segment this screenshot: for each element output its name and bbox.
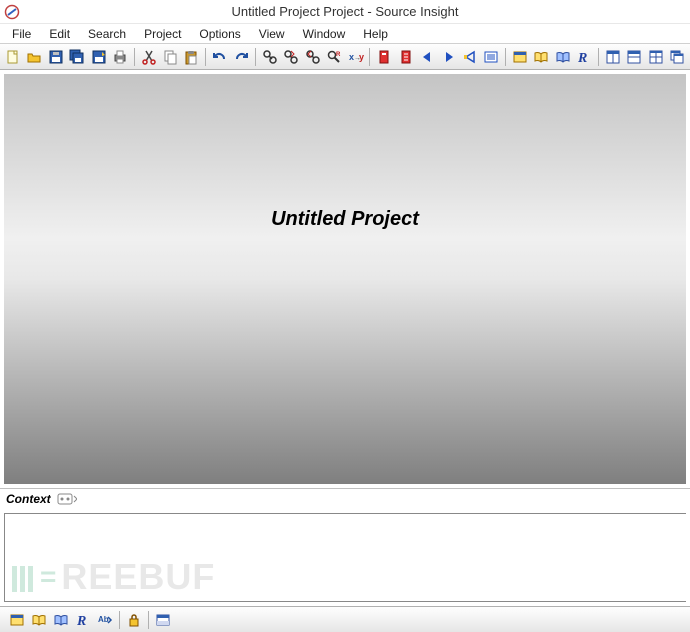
svg-text:y: y — [359, 52, 364, 62]
toolbar-separator — [205, 48, 206, 66]
tile-grid-button[interactable] — [645, 46, 666, 68]
menu-project[interactable]: Project — [136, 26, 189, 42]
menu-view[interactable]: View — [251, 26, 293, 42]
bb-ab-arrow-button[interactable]: Ab — [94, 609, 116, 631]
menu-window[interactable]: Window — [295, 26, 354, 42]
cut-button[interactable] — [138, 46, 159, 68]
bb-symbol-window-button[interactable] — [6, 609, 28, 631]
nav-list-button[interactable] — [481, 46, 502, 68]
context-settings-icon[interactable] — [57, 492, 77, 506]
workspace: Untitled Project — [0, 70, 690, 488]
print-button[interactable] — [109, 46, 130, 68]
context-body[interactable] — [4, 513, 686, 602]
bookmark-toggle-button[interactable] — [373, 46, 394, 68]
replace-button[interactable]: R — [323, 46, 344, 68]
toolbar-separator — [134, 48, 135, 66]
save-as-button[interactable] — [88, 46, 109, 68]
nav-forward-button[interactable] — [438, 46, 459, 68]
bb-panel-button[interactable] — [152, 609, 174, 631]
toolbar-separator — [148, 611, 149, 629]
menu-edit[interactable]: Edit — [41, 26, 78, 42]
new-file-button[interactable] — [2, 46, 23, 68]
book-open-button[interactable] — [531, 46, 552, 68]
editor-area[interactable]: Untitled Project — [4, 74, 686, 484]
save-button[interactable] — [45, 46, 66, 68]
context-label: Context — [6, 492, 51, 506]
find-prev-button[interactable] — [302, 46, 323, 68]
menu-search[interactable]: Search — [80, 26, 134, 42]
tile-horiz-button[interactable] — [602, 46, 623, 68]
bb-book-open-button[interactable] — [28, 609, 50, 631]
paste-button[interactable] — [181, 46, 202, 68]
svg-text:R: R — [577, 51, 587, 65]
bb-relation-button[interactable]: R — [72, 609, 94, 631]
svg-text:Ab: Ab — [98, 615, 109, 624]
nav-back-button[interactable] — [416, 46, 437, 68]
bottom-toolbar: R Ab — [0, 606, 690, 632]
toolbar-separator — [598, 48, 599, 66]
menu-help[interactable]: Help — [355, 26, 396, 42]
window-title: Untitled Project Project - Source Insigh… — [0, 4, 690, 19]
menu-options[interactable]: Options — [191, 26, 248, 42]
main-toolbar: R x→y R — [0, 44, 690, 70]
toolbar-separator — [255, 48, 256, 66]
toolbar-separator — [369, 48, 370, 66]
bookmark-list-button[interactable] — [395, 46, 416, 68]
context-panel: Context — [0, 488, 690, 606]
undo-button[interactable] — [209, 46, 230, 68]
open-button[interactable] — [23, 46, 44, 68]
find-button[interactable] — [259, 46, 280, 68]
context-header: Context — [0, 489, 690, 509]
redo-button[interactable] — [231, 46, 252, 68]
project-title: Untitled Project — [271, 208, 419, 231]
rename-button[interactable]: x→y — [345, 46, 366, 68]
symbol-window-button[interactable] — [509, 46, 530, 68]
app-icon — [4, 4, 20, 20]
toolbar-separator — [505, 48, 506, 66]
relation-script-button[interactable]: R — [574, 46, 595, 68]
nav-up-button[interactable] — [459, 46, 480, 68]
save-all-button[interactable] — [66, 46, 87, 68]
svg-text:R: R — [336, 52, 341, 58]
menubar: File Edit Search Project Options View Wi… — [0, 24, 690, 44]
bb-lock-button[interactable] — [123, 609, 145, 631]
book-reference-button[interactable] — [552, 46, 573, 68]
svg-text:R: R — [76, 614, 86, 628]
find-next-button[interactable] — [281, 46, 302, 68]
tile-vert-button[interactable] — [623, 46, 644, 68]
copy-button[interactable] — [159, 46, 180, 68]
toolbar-separator — [119, 611, 120, 629]
tile-cascade-button[interactable] — [666, 46, 687, 68]
bb-book-reference-button[interactable] — [50, 609, 72, 631]
titlebar: Untitled Project Project - Source Insigh… — [0, 0, 690, 24]
menu-file[interactable]: File — [4, 26, 39, 42]
